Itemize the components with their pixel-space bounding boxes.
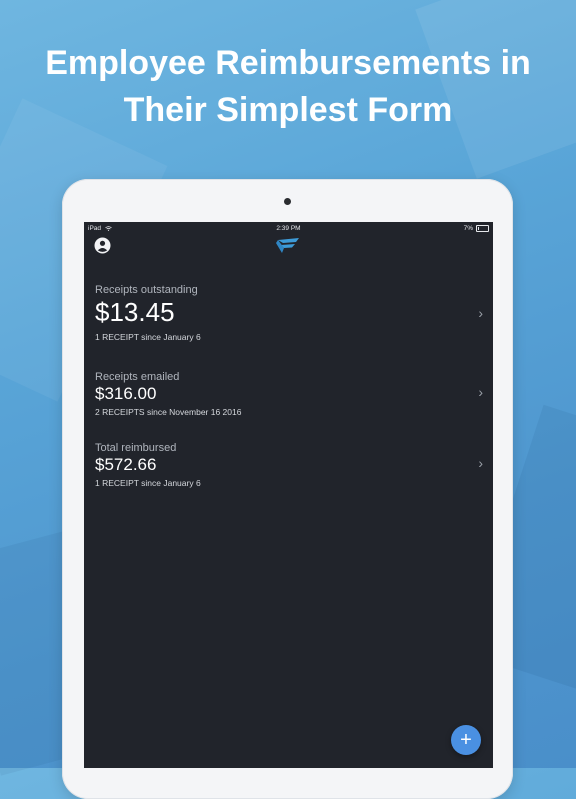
card-receipts-emailed[interactable]: Receipts emailed $316.00 2 RECEIPTS sinc… <box>84 370 493 425</box>
camera-icon <box>284 198 291 205</box>
headline-line-2: Their Simplest Form <box>123 91 453 129</box>
user-circle-icon[interactable] <box>94 237 111 254</box>
plus-icon: + <box>460 729 472 751</box>
chevron-right-icon: › <box>478 384 483 400</box>
card-label: Total reimbursed <box>95 442 177 454</box>
status-battery: 7% <box>464 225 489 232</box>
app-screen: iPad 2:39 PM 7% Receipts outstanding $13… <box>84 222 493 768</box>
chevron-right-icon: › <box>478 305 483 321</box>
headline-line-1: Employee Reimbursements in <box>45 44 531 82</box>
card-label: Receipts outstanding <box>95 284 198 296</box>
card-subtitle: 1 RECEIPT since January 6 <box>95 332 201 342</box>
card-subtitle: 2 RECEIPTS since November 16 2016 <box>95 407 242 417</box>
card-total-reimbursed[interactable]: Total reimbursed $572.66 1 RECEIPT since… <box>84 441 493 496</box>
battery-icon <box>476 225 489 232</box>
battery-percent: 7% <box>463 225 473 232</box>
status-bar: iPad 2:39 PM 7% <box>84 222 493 236</box>
card-amount: $572.66 <box>95 455 157 474</box>
add-receipt-button[interactable]: + <box>451 725 481 755</box>
headline: Employee Reimbursements in Their Simples… <box>0 40 576 134</box>
card-receipts-outstanding[interactable]: Receipts outstanding $13.45 1 RECEIPT si… <box>84 282 493 352</box>
card-subtitle: 1 RECEIPT since January 6 <box>95 478 201 488</box>
card-amount: $13.45 <box>95 297 175 327</box>
status-time: 2:39 PM <box>276 225 301 232</box>
chevron-right-icon: › <box>478 455 483 471</box>
app-logo-icon <box>276 238 299 253</box>
card-amount: $316.00 <box>95 384 157 403</box>
card-label: Receipts emailed <box>95 371 180 383</box>
